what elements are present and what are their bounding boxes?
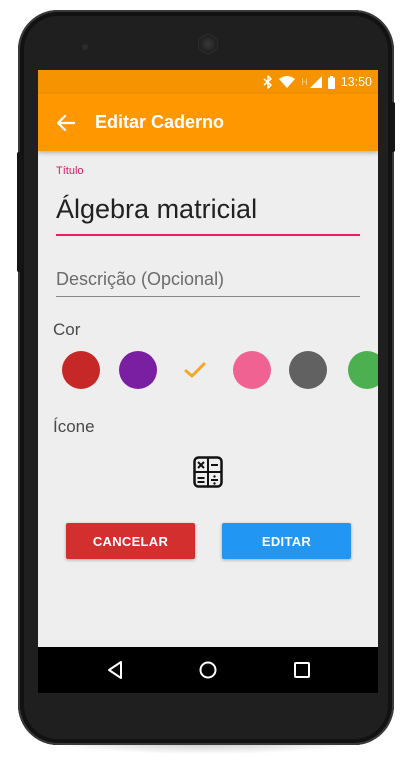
- status-time: 13:50: [340, 75, 372, 89]
- signal-icon: [309, 76, 322, 88]
- calculator-icon[interactable]: [192, 455, 224, 489]
- nav-back-icon[interactable]: [102, 657, 128, 683]
- device-side-button-left: [17, 152, 22, 272]
- title-input[interactable]: [56, 184, 360, 236]
- edit-button[interactable]: EDITAR: [222, 523, 351, 559]
- color-swatch-gray[interactable]: [289, 351, 327, 389]
- screen: H 13:50 Editar Caderno Título Cor Ícone: [38, 70, 378, 647]
- color-picker: [38, 351, 378, 391]
- network-type-label: H: [301, 77, 308, 87]
- nav-home-icon[interactable]: [195, 657, 221, 683]
- device-side-button-right: [390, 102, 395, 152]
- cancel-button[interactable]: CANCELAR: [66, 523, 195, 559]
- color-section-label: Cor: [53, 320, 81, 339]
- checkmark-icon: [184, 362, 206, 378]
- navigation-bar: [38, 647, 378, 693]
- title-field-label: Título: [56, 165, 84, 177]
- page-title: Editar Caderno: [95, 112, 225, 132]
- color-swatch-green[interactable]: [348, 351, 378, 389]
- wifi-icon: [279, 76, 296, 88]
- nav-recents-icon[interactable]: [289, 657, 315, 683]
- arrow-back-icon[interactable]: [55, 112, 77, 134]
- color-swatch-pink[interactable]: [233, 351, 271, 389]
- color-swatch-orange-selected[interactable]: [176, 351, 214, 389]
- app-bar: Editar Caderno: [38, 94, 378, 151]
- icon-section-label: Ícone: [53, 417, 95, 436]
- device-speaker: [199, 35, 217, 53]
- color-swatch-red[interactable]: [62, 351, 100, 389]
- status-bar: H 13:50: [38, 70, 378, 94]
- color-swatch-purple[interactable]: [119, 351, 157, 389]
- description-input[interactable]: [56, 262, 360, 297]
- bluetooth-icon: [263, 75, 273, 89]
- device-sensor: [82, 44, 88, 50]
- battery-icon: [327, 75, 335, 89]
